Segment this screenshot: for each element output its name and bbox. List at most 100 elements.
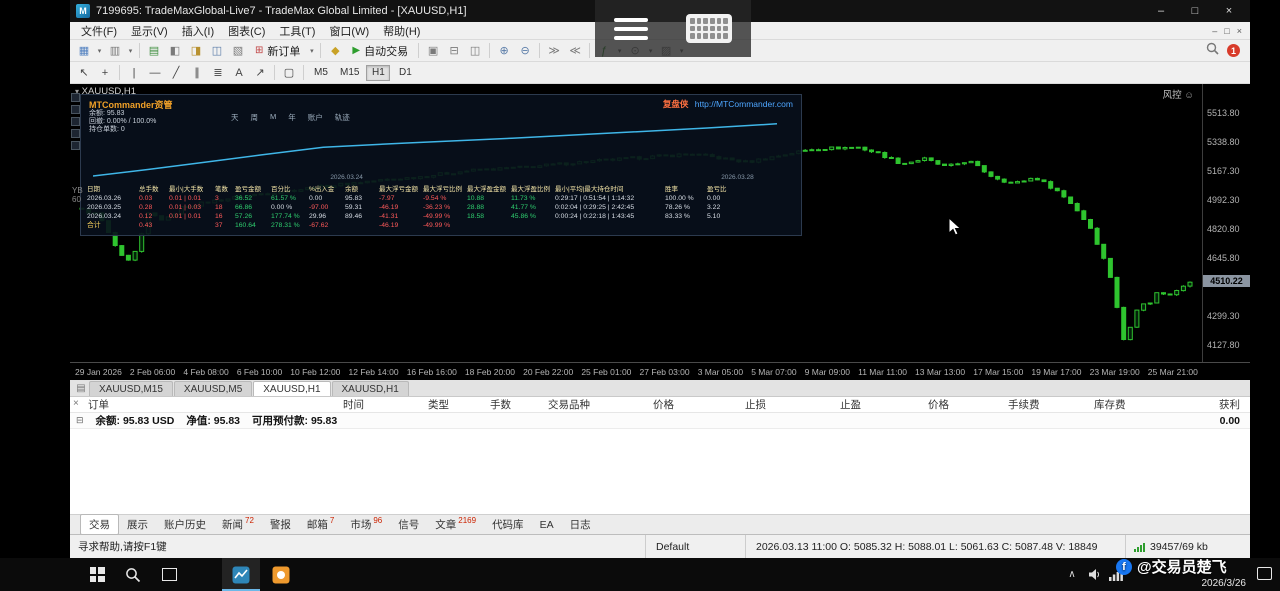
menu-item-3[interactable]: 插入(I) xyxy=(175,22,221,39)
mdi-restore-button[interactable]: □ xyxy=(1224,26,1229,36)
table-cell: -46.19 xyxy=(379,203,421,212)
data-window-icon[interactable]: ◧ xyxy=(165,42,185,60)
status-profile[interactable]: Default xyxy=(645,535,745,558)
channel-tool-icon[interactable]: ∥ xyxy=(187,64,207,82)
new-chart-icon[interactable]: ▦ xyxy=(74,42,94,60)
chart-side-button-1[interactable] xyxy=(71,93,80,102)
vertical-line-tool-icon[interactable]: | xyxy=(124,64,144,82)
time-axis[interactable]: 29 Jan 20262 Feb 06:004 Feb 08:006 Feb 1… xyxy=(70,362,1250,380)
terminal-tab-account-history[interactable]: 账户历史 xyxy=(156,515,214,534)
chart-side-button-2[interactable] xyxy=(71,105,80,114)
profiles-icon[interactable]: ▥ xyxy=(105,42,125,60)
new-order-dropdown[interactable]: ▾ xyxy=(307,42,316,60)
autotrading-button[interactable]: ▶自动交易 xyxy=(346,42,414,60)
terminal-close-button[interactable]: × xyxy=(73,398,79,409)
cascade-windows-icon[interactable]: ▣ xyxy=(423,42,443,60)
terminal-tab-code-base[interactable]: 代码库 xyxy=(484,515,532,534)
panel-table-row: 2026.03.260.030.01 | 0.01336.5261.57 %0.… xyxy=(87,194,795,203)
menu-item-4[interactable]: 图表(C) xyxy=(221,22,272,39)
fibonacci-tool-icon[interactable]: ≣ xyxy=(208,64,228,82)
price-scale[interactable]: 5513.805338.805167.304992.304820.804645.… xyxy=(1202,84,1250,362)
notification-badge[interactable]: 1 xyxy=(1227,44,1240,57)
menu-item-6[interactable]: 窗口(W) xyxy=(322,22,376,39)
arrows-tool-icon[interactable]: ↗ xyxy=(250,64,270,82)
status-bar-info: 2026.03.13 11:00 O: 5085.32 H: 5088.01 L… xyxy=(745,535,1125,558)
market-watch-icon[interactable]: ▤ xyxy=(144,42,164,60)
toolbar-separator xyxy=(139,43,140,58)
chart-tab-xauusd-m5[interactable]: XAUUSD,M5 xyxy=(174,381,252,396)
terminal-tab-news[interactable]: 新闻72 xyxy=(214,515,262,534)
windows-logo-icon xyxy=(90,567,105,582)
minimize-button[interactable]: – xyxy=(1144,1,1178,21)
menu-item-5[interactable]: 工具(T) xyxy=(272,22,322,39)
ea-status-icon[interactable]: ☺ xyxy=(1184,90,1194,101)
terminal-tab-exposure[interactable]: 展示 xyxy=(119,515,156,534)
terminal-tab-mailbox[interactable]: 邮箱7 xyxy=(299,515,342,534)
taskbar-mt4-app[interactable] xyxy=(222,558,260,591)
terminal-tab-experts[interactable]: EA xyxy=(532,517,562,533)
table-cell: 78.26 % xyxy=(665,203,705,212)
zoom-out-icon[interactable]: ⊖ xyxy=(515,42,535,60)
chart-tab-xauusd-h1[interactable]: XAUUSD,H1 xyxy=(253,381,330,396)
tile-horizontally-icon[interactable]: ⊟ xyxy=(444,42,464,60)
mdi-minimize-button[interactable]: – xyxy=(1212,26,1217,36)
crosshair-tool-icon[interactable]: + xyxy=(95,64,115,82)
column-header: 盈亏比 xyxy=(707,185,733,194)
new-chart-dropdown[interactable]: ▾ xyxy=(95,42,104,60)
chart-shift-icon[interactable]: ≪ xyxy=(565,42,585,60)
mdi-close-button[interactable]: × xyxy=(1237,26,1242,36)
tile-vertically-icon[interactable]: ◫ xyxy=(465,42,485,60)
chart-tab-xauusd-m15[interactable]: XAUUSD,M15 xyxy=(89,381,173,396)
search-icon[interactable] xyxy=(1206,42,1219,60)
panel-table-header: 日期总手数最小|大手数笔数盈亏金额百分比%出入金余额最大浮亏金额最大浮亏比例最大… xyxy=(87,185,795,194)
chart-side-button-3[interactable] xyxy=(71,117,80,126)
zoom-in-icon[interactable]: ⊕ xyxy=(494,42,514,60)
task-view-button[interactable] xyxy=(150,558,188,591)
menu-item-2[interactable]: 显示(V) xyxy=(124,22,175,39)
action-center-icon[interactable] xyxy=(1257,567,1272,580)
brand-url-link[interactable]: http://MTCommander.com xyxy=(695,99,793,109)
terminal-icon[interactable]: ◫ xyxy=(207,42,227,60)
chart-side-button-4[interactable] xyxy=(71,129,80,138)
profiles-dropdown[interactable]: ▾ xyxy=(126,42,135,60)
timeframe-d1-button[interactable]: D1 xyxy=(393,65,417,81)
start-button[interactable] xyxy=(78,558,116,591)
chart-tab-xauusd-h1-2[interactable]: XAUUSD,H1 xyxy=(332,381,409,396)
volume-icon[interactable] xyxy=(1084,558,1104,591)
shapes-tool-icon[interactable]: ▢ xyxy=(279,64,299,82)
metaeditor-icon[interactable]: ◆ xyxy=(325,42,345,60)
recorder-menu-icon[interactable] xyxy=(614,18,648,40)
timeframe-m5-button[interactable]: M5 xyxy=(309,65,333,81)
text-tool-icon[interactable]: A xyxy=(229,64,249,82)
recorder-keyboard-icon[interactable] xyxy=(686,14,732,43)
maximize-button[interactable]: □ xyxy=(1178,1,1212,21)
timeframe-h1-button[interactable]: H1 xyxy=(366,65,390,81)
terminal-tab-journal[interactable]: 日志 xyxy=(562,515,599,534)
chart-side-button-5[interactable] xyxy=(71,141,80,150)
toolbar-separator xyxy=(489,43,490,58)
cursor-tool-icon[interactable]: ↖ xyxy=(74,64,94,82)
taskbar-search-button[interactable] xyxy=(114,558,152,591)
navigator-icon[interactable]: ◨ xyxy=(186,42,206,60)
auto-scroll-icon[interactable]: ≫ xyxy=(544,42,564,60)
taskbar-orange-app[interactable] xyxy=(262,558,300,591)
collapse-balance-icon[interactable]: ⊟ xyxy=(76,415,84,426)
new-order-button[interactable]: ⊞新订单 xyxy=(249,42,306,60)
trendline-tool-icon[interactable]: ╱ xyxy=(166,64,186,82)
terminal-tab-signals[interactable]: 信号 xyxy=(390,515,427,534)
close-button[interactable]: × xyxy=(1212,1,1246,21)
menu-item-1[interactable]: 文件(F) xyxy=(74,22,124,39)
strategy-tester-icon[interactable]: ▧ xyxy=(228,42,248,60)
menu-item-7[interactable]: 帮助(H) xyxy=(376,22,427,39)
timeframe-m15-button[interactable]: M15 xyxy=(336,65,363,81)
terminal-tab-trade[interactable]: 交易 xyxy=(80,514,119,535)
horizontal-line-tool-icon[interactable]: — xyxy=(145,64,165,82)
table-cell xyxy=(345,221,377,230)
tray-hidden-icons-button[interactable]: ∧ xyxy=(1062,558,1082,591)
terminal-tab-market[interactable]: 市场96 xyxy=(342,515,390,534)
time-label: 20 Feb 22:00 xyxy=(523,367,573,377)
terminal-tab-alerts[interactable]: 警报 xyxy=(262,515,299,534)
watermark-logo-icon: f xyxy=(1116,559,1132,575)
chart-tab-list-icon[interactable]: ▤ xyxy=(73,381,89,396)
terminal-tab-articles[interactable]: 文章2169 xyxy=(427,515,484,534)
